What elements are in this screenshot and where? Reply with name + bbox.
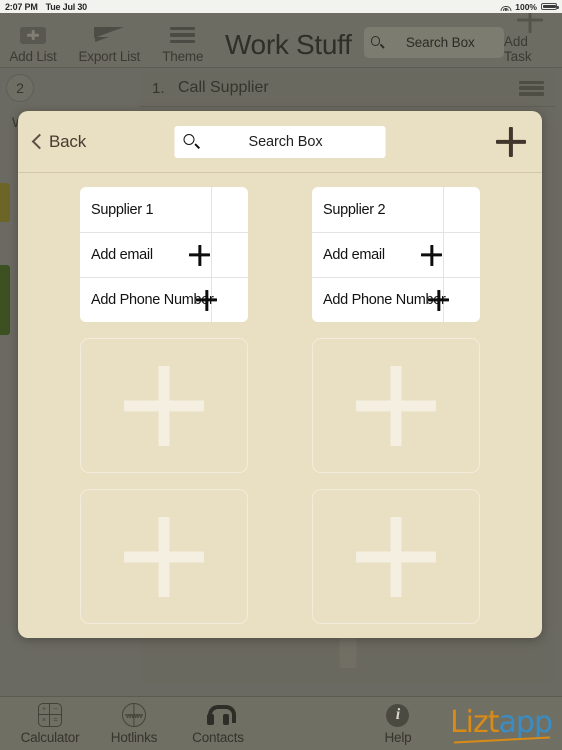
add-email-label: Add email <box>91 247 153 263</box>
globe-www-icon: www <box>122 702 146 728</box>
contact-name: Supplier 1 <box>91 201 154 218</box>
tab-help-label: Help <box>384 730 412 745</box>
plus-icon <box>124 366 204 446</box>
contact-name-row[interactable]: Supplier 2 <box>312 187 480 232</box>
empty-contact-slot[interactable] <box>312 338 480 473</box>
contact-name-row[interactable]: Supplier 1 <box>80 187 248 232</box>
tab-hotlinks[interactable]: www Hotlinks <box>92 702 176 745</box>
tab-contacts-label: Contacts <box>192 730 244 745</box>
empty-contact-slot[interactable] <box>312 489 480 624</box>
modal-search-placeholder: Search Box <box>248 133 323 150</box>
empty-contact-slot[interactable] <box>80 489 248 624</box>
status-bar-time: 2:07 PM <box>5 1 38 12</box>
ios-status-bar: 2:07 PM Tue Jul 30 100% <box>0 0 562 13</box>
add-phone-row[interactable]: Add Phone Number <box>312 277 480 322</box>
modal-search-input[interactable]: Search Box <box>174 125 386 158</box>
battery-percent: 100% <box>515 1 537 12</box>
plus-icon <box>356 366 436 446</box>
calculator-icon: + − × = <box>38 702 62 728</box>
plus-icon <box>356 517 436 597</box>
search-icon <box>183 134 200 149</box>
add-phone-row[interactable]: Add Phone Number <box>80 277 248 322</box>
headset-icon <box>206 702 236 728</box>
plus-icon[interactable] <box>189 245 210 266</box>
modal-body: Supplier 1 Add email Add Phone Number Su… <box>18 173 542 638</box>
plus-icon[interactable] <box>421 245 442 266</box>
contact-name: Supplier 2 <box>323 201 386 218</box>
tab-calculator-label: Calculator <box>20 730 80 745</box>
contacts-grid-row-3 <box>18 489 542 624</box>
contacts-grid-row-2 <box>18 338 542 473</box>
contact-card[interactable]: Supplier 1 Add email Add Phone Number <box>80 187 248 322</box>
contacts-modal: Back Search Box Supplier 1 Add email Add… <box>18 111 542 638</box>
info-icon: i <box>386 702 410 728</box>
back-button[interactable]: Back <box>32 132 86 152</box>
add-email-row[interactable]: Add email <box>312 232 480 277</box>
status-bar-indicators: 100% <box>500 1 559 12</box>
status-bar-date: Tue Jul 30 <box>45 1 88 12</box>
back-button-label: Back <box>49 131 86 151</box>
wifi-icon <box>500 2 512 11</box>
add-contact-button[interactable] <box>494 125 528 159</box>
contacts-grid-row-1: Supplier 1 Add email Add Phone Number Su… <box>18 187 542 322</box>
battery-full-icon <box>541 2 559 11</box>
tab-help[interactable]: i Help <box>356 702 440 745</box>
brand-logo: Liztapp <box>449 704 553 743</box>
contact-card[interactable]: Supplier 2 Add email Add Phone Number <box>312 187 480 322</box>
plus-icon <box>124 517 204 597</box>
modal-header: Back Search Box <box>18 111 542 173</box>
add-email-row[interactable]: Add email <box>80 232 248 277</box>
tab-hotlinks-label: Hotlinks <box>110 730 158 745</box>
brand-logo-part-2: app <box>498 704 553 740</box>
add-email-label: Add email <box>323 247 385 263</box>
brand-logo-part-1: Lizt <box>449 704 500 740</box>
plus-icon[interactable] <box>428 290 449 311</box>
empty-contact-slot[interactable] <box>80 338 248 473</box>
chevron-left-icon <box>32 133 43 151</box>
tab-calculator[interactable]: + − × = Calculator <box>8 702 92 745</box>
tab-contacts[interactable]: Contacts <box>176 702 260 745</box>
bottom-tab-bar: + − × = Calculator www Hotlinks Contacts i … <box>0 696 562 750</box>
plus-icon[interactable] <box>196 290 217 311</box>
